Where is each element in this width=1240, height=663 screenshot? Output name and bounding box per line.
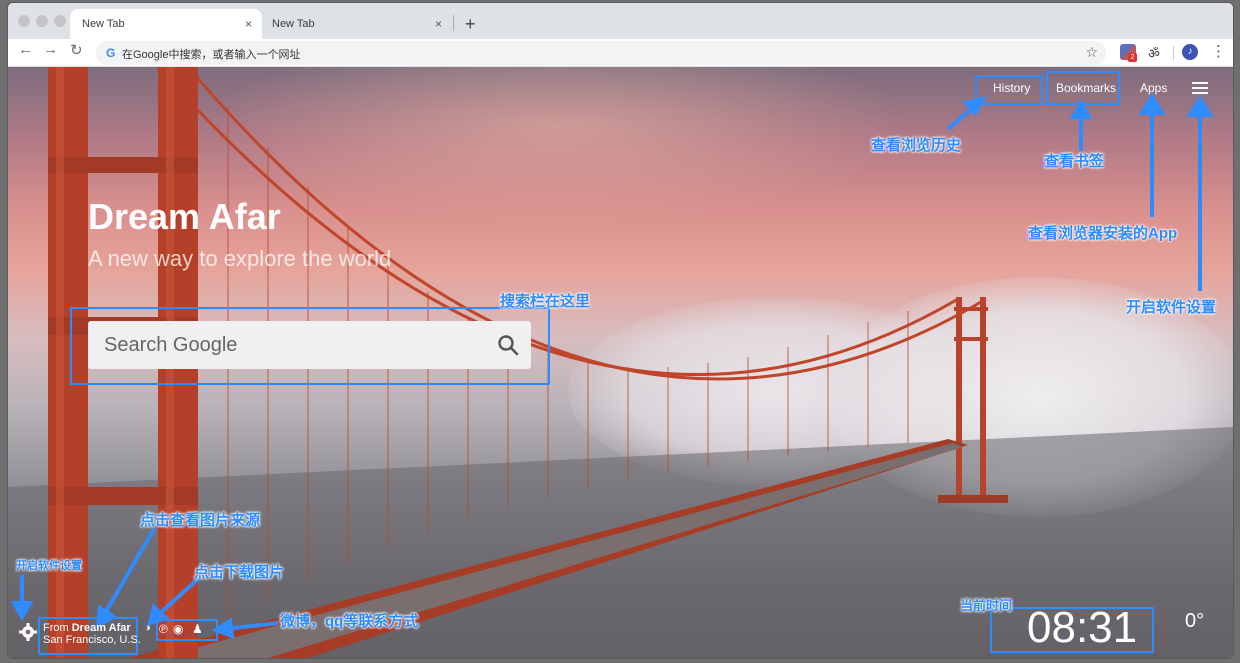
browser-menu-icon[interactable]: ⋮ [1211,42,1226,60]
toolbar-separator [1173,46,1174,60]
annotation-time: 当前时间 [960,598,1013,613]
from-source: Dream Afar [71,622,131,634]
qq-icon[interactable]: ♟ [192,622,203,636]
search-icon[interactable] [497,334,519,356]
profile-avatar[interactable]: ♪ [1182,44,1198,60]
tab-label: New Tab [82,18,125,30]
new-tab-button[interactable]: + [465,9,476,39]
weibo-icon[interactable]: ◉ [173,622,183,636]
annotation-bookmarks: 查看书签 [1044,153,1105,170]
tab-new-tab-2[interactable]: New Tab × [260,9,452,39]
close-icon[interactable]: × [435,9,442,39]
browser-window: New Tab × New Tab × + ← → ↻ G 在Google中搜索… [8,3,1233,658]
maximize-window-button[interactable] [54,15,66,27]
clock: 08:31 [1027,603,1138,652]
toolbar: ← → ↻ G 在Google中搜索，或者输入一个网址 ☆ 2 ॐ ♪ ⋮ [8,39,1233,67]
annotation-search: 搜索栏在这里 [500,293,591,310]
annotation-menu-settings: 开启软件设置 [1126,299,1217,316]
minimize-window-button[interactable] [36,15,48,27]
brand-subtitle: A new way to explore the world [88,246,392,271]
extension-icon-2[interactable]: ॐ [1148,44,1164,61]
google-icon: G [106,46,116,60]
extension-badge: 2 [1128,53,1137,62]
tab-new-tab-1[interactable]: New Tab × [70,9,262,39]
annotation-download: 点击下载图片 [194,564,285,581]
info-icon[interactable]: ◑ [144,622,151,634]
annotation-image-source: 点击查看图片来源 [140,512,261,529]
back-button[interactable]: ← [18,41,33,58]
forward-button[interactable]: → [43,41,58,58]
search-box [88,321,531,369]
temperature: 0° [1185,610,1205,632]
reload-button[interactable]: ↻ [70,41,83,59]
from-prefix: From [43,622,69,634]
photo-credit[interactable]: From Dream Afar San Francisco, U.S. [43,622,141,646]
brand-title: Dream Afar [88,196,281,237]
pinterest-icon[interactable]: ℗ [159,622,168,636]
search-input[interactable] [88,321,488,369]
annotation-social: 微博，qq等联系方式 [280,613,419,630]
tab-strip: New Tab × New Tab × + [8,3,1233,39]
annotation-settings-left: 开启软件设置 [16,560,82,572]
omnibox-placeholder: 在Google中搜索，或者输入一个网址 [122,49,301,61]
omnibox[interactable]: G 在Google中搜索，或者输入一个网址 ☆ [96,41,1106,65]
tab-label: New Tab [272,18,315,30]
close-window-button[interactable] [18,15,30,27]
photo-location: San Francisco, U.S. [43,634,141,646]
new-tab-page: History Bookmarks Apps 查看浏览历史 查看书签 查看浏览器… [8,67,1233,658]
tab-separator [453,15,454,31]
close-icon[interactable]: × [245,9,252,39]
bookmark-star-icon[interactable]: ☆ [1085,44,1098,61]
annotation-history: 查看浏览历史 [871,137,962,154]
annotation-apps: 查看浏览器安装的App [1028,225,1178,242]
gear-icon[interactable] [18,622,38,642]
